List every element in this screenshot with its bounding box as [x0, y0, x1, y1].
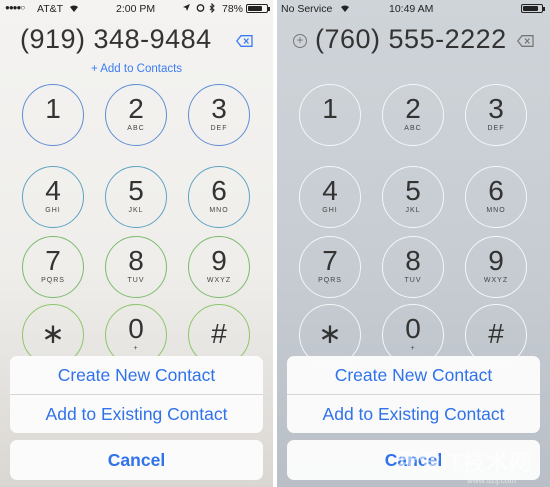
battery-percent: 78% — [222, 3, 244, 15]
key-digit: # — [488, 318, 504, 349]
left-phone-screen: ●●●●○ AT&T 2:00 PM 78% (919) 348-9484 + … — [0, 0, 273, 487]
key-digit: 0 — [405, 313, 421, 344]
key-5[interactable]: 5 JKL — [382, 166, 444, 228]
key-letters: MNO — [486, 207, 506, 214]
key-1[interactable]: 1 — [299, 84, 361, 146]
signal-dots: ●●●●○ — [5, 3, 25, 12]
key-digit: 9 — [488, 245, 504, 276]
location-icon — [182, 3, 191, 15]
dialed-number: (760) 555-2222 — [315, 24, 507, 54]
key-digit: 0 — [128, 313, 144, 344]
key-digit: ∗ — [41, 318, 65, 349]
add-to-contacts-link[interactable]: + Add to Contacts — [0, 63, 273, 75]
key-6[interactable]: 6 MNO — [188, 166, 250, 228]
key-digit: 8 — [405, 245, 421, 276]
key-letters: WXYZ — [483, 277, 509, 284]
key-digit: 4 — [45, 175, 61, 206]
key-1[interactable]: 1 — [22, 84, 84, 146]
tab-bar — [0, 481, 273, 487]
key-2[interactable]: 2 ABC — [382, 84, 444, 146]
key-8[interactable]: 8 TUV — [105, 236, 167, 298]
action-sheet: Create New Contact Add to Existing Conta… — [10, 356, 263, 433]
delete-icon[interactable] — [235, 34, 253, 47]
time-label: 10:49 AM — [389, 3, 434, 15]
key-letters: ABC — [127, 125, 145, 132]
key-2[interactable]: 2 ABC — [105, 84, 167, 146]
key-4[interactable]: 4 GHI — [22, 166, 84, 228]
create-new-contact-button[interactable]: Create New Contact — [10, 356, 263, 395]
carrier-label: AT&T — [37, 3, 64, 15]
key-9[interactable]: 9 WXYZ — [465, 236, 527, 298]
key-letters: PQRS — [41, 277, 65, 284]
key-digit: 8 — [128, 245, 144, 276]
watermark-text: 我爱IT技术网 — [395, 450, 532, 475]
key-7[interactable]: 7 PQRS — [22, 236, 84, 298]
key-digit: 2 — [405, 93, 421, 124]
key-digit: 5 — [405, 175, 421, 206]
wifi-icon — [68, 3, 80, 16]
key-digit: # — [211, 318, 227, 349]
wifi-icon — [339, 3, 351, 16]
create-new-contact-button[interactable]: Create New Contact — [287, 356, 540, 395]
alarm-icon — [196, 3, 205, 15]
battery-icon — [521, 4, 545, 13]
key-digit: 9 — [211, 245, 227, 276]
delete-icon[interactable] — [516, 34, 534, 47]
key-digit: 3 — [211, 93, 227, 124]
key-letters: TUV — [127, 277, 145, 284]
key-letters: + — [133, 345, 139, 352]
key-digit: 2 — [128, 93, 144, 124]
key-digit: 6 — [211, 175, 227, 206]
key-3[interactable]: 3 DEF — [465, 84, 527, 146]
key-3[interactable]: 3 DEF — [188, 84, 250, 146]
key-letters: JKL — [128, 207, 144, 214]
key-9[interactable]: 9 WXYZ — [188, 236, 250, 298]
key-6[interactable]: 6 MNO — [465, 166, 527, 228]
right-phone-screen: No Service 10:49 AM + (760) 555-2222 1 2A… — [277, 0, 550, 487]
add-contact-plus-icon[interactable]: + — [293, 34, 307, 48]
carrier-label: No Service — [281, 3, 333, 15]
key-7[interactable]: 7 PQRS — [299, 236, 361, 298]
key-digit: 7 — [322, 245, 338, 276]
key-letters: + — [410, 345, 416, 352]
key-letters: GHI — [45, 207, 61, 214]
key-letters: DEF — [487, 125, 505, 132]
key-letters: ABC — [404, 125, 422, 132]
bluetooth-icon — [209, 2, 216, 16]
key-digit: ∗ — [318, 318, 342, 349]
status-bar: ●●●●○ AT&T 2:00 PM 78% — [0, 0, 273, 18]
battery-icon — [246, 4, 270, 13]
key-letters: WXYZ — [206, 277, 232, 284]
key-digit: 7 — [45, 245, 61, 276]
key-4[interactable]: 4 GHI — [299, 166, 361, 228]
time-label: 2:00 PM — [116, 3, 156, 15]
dialed-number: (919) 348-9484 — [20, 24, 212, 54]
key-digit: 1 — [45, 93, 61, 124]
add-to-existing-contact-button[interactable]: Add to Existing Contact — [10, 395, 263, 433]
key-letters: GHI — [322, 207, 338, 214]
key-8[interactable]: 8 TUV — [382, 236, 444, 298]
key-letters: JKL — [405, 207, 421, 214]
key-letters: TUV — [404, 277, 422, 284]
cancel-button[interactable]: Cancel — [10, 441, 263, 479]
key-letters: DEF — [210, 125, 228, 132]
key-digit: 4 — [322, 175, 338, 206]
key-letters: MNO — [209, 207, 229, 214]
status-bar: No Service 10:49 AM — [277, 0, 550, 18]
watermark-url: www.52ij.com — [467, 476, 516, 485]
key-digit: 5 — [128, 175, 144, 206]
key-5[interactable]: 5 JKL — [105, 166, 167, 228]
key-digit: 3 — [488, 93, 504, 124]
key-digit: 1 — [322, 93, 338, 124]
watermark-logo: 我爱IT技术网 www.52ij.com — [350, 417, 550, 487]
key-letters: PQRS — [318, 277, 342, 284]
key-digit: 6 — [488, 175, 504, 206]
cancel-sheet: Cancel — [10, 440, 263, 480]
